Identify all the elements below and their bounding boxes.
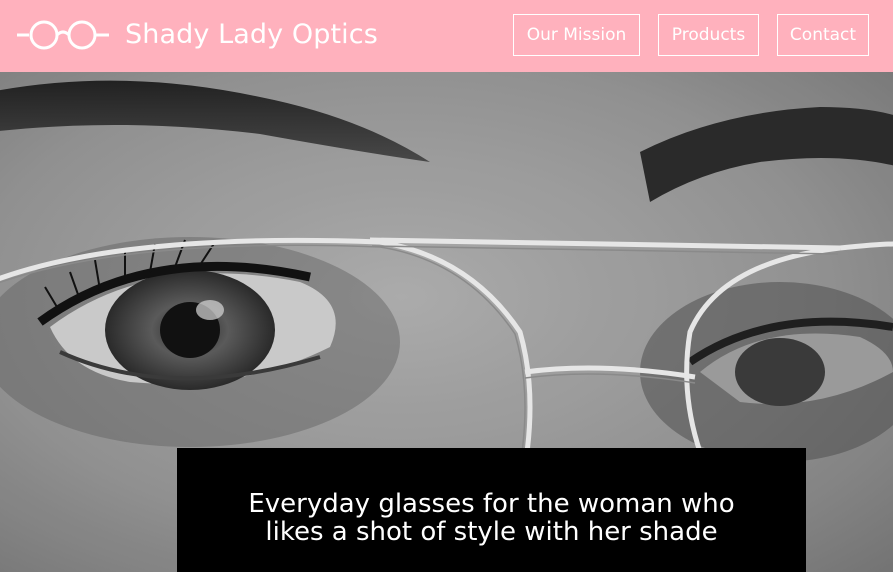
site-title[interactable]: Shady Lady Optics: [125, 16, 378, 54]
tagline-line-2: likes a shot of style with her shade: [265, 517, 718, 547]
site-header: Shady Lady Optics Our Mission Products C…: [0, 0, 893, 72]
hero-tagline: Everyday glasses for the woman who likes…: [177, 490, 806, 546]
tagline-line-1: Everyday glasses for the woman who: [248, 489, 735, 519]
nav-products-button[interactable]: Products: [658, 14, 759, 56]
nav-our-mission-button[interactable]: Our Mission: [513, 14, 640, 56]
nav-contact-button[interactable]: Contact: [777, 14, 869, 56]
tagline-box: Everyday glasses for the woman who likes…: [177, 448, 806, 572]
glasses-icon[interactable]: [17, 19, 109, 51]
